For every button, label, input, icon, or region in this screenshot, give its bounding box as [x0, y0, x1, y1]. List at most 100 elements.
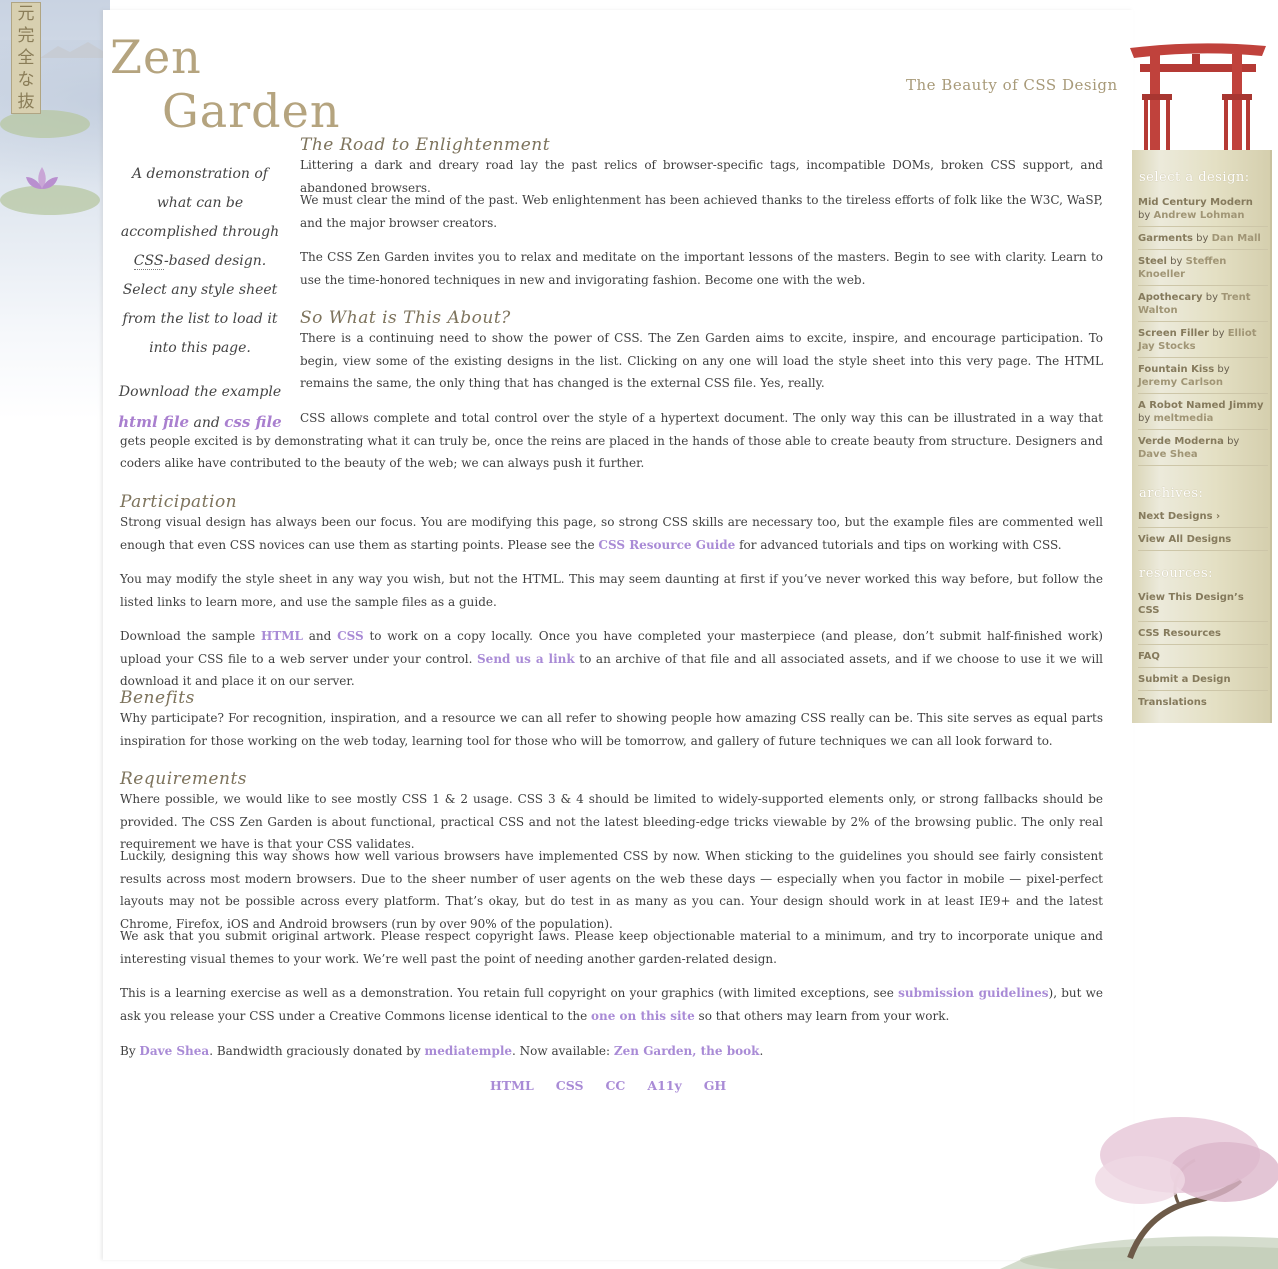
by-label: by	[1138, 210, 1151, 221]
footer-link-html[interactable]: HTML	[490, 1078, 534, 1093]
scroll-char: 抜	[17, 92, 35, 112]
download-prefix: Download the example	[118, 384, 282, 400]
site-logo: Zen Garden	[110, 30, 340, 138]
by-label: by	[1205, 292, 1219, 303]
design-link-fountain-kiss[interactable]: Fountain Kiss by Jeremy Carlson	[1138, 363, 1268, 394]
by-label: by	[1217, 364, 1230, 375]
benefits-paragraph-1: Why participate? For recognition, inspir…	[120, 711, 1103, 748]
mediatemple-link[interactable]: mediatemple	[425, 1044, 513, 1058]
faq-link[interactable]: FAQ	[1138, 650, 1268, 668]
design-title: Mid Century Modern	[1138, 197, 1253, 208]
design-title: Garments	[1138, 233, 1193, 244]
text: By	[120, 1044, 140, 1058]
select-design-heading: select a design:	[1139, 170, 1250, 185]
design-author: Jeremy Carlson	[1138, 377, 1224, 388]
design-link-apothecary[interactable]: Apothecary by Trent Walton	[1138, 291, 1268, 322]
submit-design-label: Submit a Design	[1138, 674, 1231, 685]
dave-shea-link[interactable]: Dave Shea	[139, 1044, 209, 1058]
intro-summary: A demonstration of what can be accomplis…	[116, 160, 284, 438]
translations-label: Translations	[1138, 697, 1207, 708]
css-resources-link[interactable]: CSS Resources	[1138, 627, 1268, 645]
section-title-requirements: Requirements	[120, 769, 248, 789]
next-designs-label: Next Designs ›	[1138, 511, 1221, 522]
faq-label: FAQ	[1138, 651, 1160, 662]
design-link-a-robot-named-jimmy[interactable]: A Robot Named Jimmy by meltmedia	[1138, 399, 1268, 430]
lily-pad-icon	[0, 110, 90, 138]
footer-link-css[interactable]: CSS	[556, 1078, 584, 1093]
lotus-flower-icon	[26, 167, 58, 189]
intro-text: A demonstration of what can be accomplis…	[120, 166, 280, 240]
by-label: by	[1138, 413, 1151, 424]
text: and	[303, 629, 338, 643]
participation-paragraph-1: Strong visual design has always been our…	[120, 511, 1103, 556]
design-title: A Robot Named Jimmy	[1138, 400, 1264, 411]
translations-link[interactable]: Translations	[1138, 696, 1268, 713]
design-title: Apothecary	[1138, 292, 1203, 303]
footer-nav: HTML CSS CC A11y GH	[490, 1078, 726, 1093]
design-link-steel[interactable]: Steel by Steffen Knoeller	[1138, 255, 1268, 286]
requirements-paragraph-4: This is a learning exercise as well as a…	[120, 982, 1103, 1027]
view-all-designs-label: View All Designs	[1138, 534, 1232, 545]
design-author: Andrew Lohman	[1153, 210, 1245, 221]
text: . Now available:	[512, 1044, 614, 1058]
submit-design-link[interactable]: Submit a Design	[1138, 673, 1268, 691]
scroll-char: な	[17, 70, 35, 90]
section-title-participation: Participation	[120, 492, 238, 512]
cherry-blossom-tree-icon	[1000, 1117, 1278, 1269]
css-resources-label: CSS Resources	[1138, 628, 1221, 639]
view-all-designs-link[interactable]: View All Designs	[1138, 533, 1268, 551]
site-tagline: The Beauty of CSS Design	[906, 76, 1118, 94]
design-title: Verde Moderna	[1138, 436, 1224, 447]
calligraphy-scroll: 元 完 全 な 抜	[11, 2, 41, 114]
road-paragraph-2: We must clear the mind of the past. Web …	[300, 193, 1103, 230]
by-label: by	[1227, 436, 1240, 447]
design-link-verde-moderna[interactable]: Verde Moderna by Dave Shea	[1138, 435, 1268, 466]
footer-link-gh[interactable]: GH	[704, 1078, 727, 1093]
section-title-benefits: Benefits	[120, 688, 195, 708]
footer-link-cc[interactable]: CC	[605, 1078, 625, 1093]
css-resource-guide-link[interactable]: CSS Resource Guide	[598, 538, 735, 552]
about-paragraph-2-text: CSS allows complete and total control ov…	[120, 411, 1103, 471]
participation-paragraph-2: You may modify the style sheet in any wa…	[120, 572, 1103, 609]
design-title: Steel	[1138, 256, 1167, 267]
section-title-about: So What is This About?	[300, 308, 511, 328]
participation-paragraph-3: Download the sample HTML and CSS to work…	[120, 625, 1103, 693]
logo-line-zen: Zen	[110, 30, 202, 84]
about-paragraph-2: CSS allows complete and total control ov…	[120, 407, 1103, 475]
sample-html-link[interactable]: HTML	[261, 629, 303, 643]
logo-line-garden: Garden	[162, 84, 341, 138]
requirements-paragraph-5: By Dave Shea. Bandwidth graciously donat…	[120, 1040, 1103, 1063]
section-title-road: The Road to Enlightenment	[300, 135, 551, 155]
scroll-char: 全	[17, 48, 35, 68]
design-title: Fountain Kiss	[1138, 364, 1215, 375]
by-label: by	[1196, 233, 1209, 244]
design-link-screen-filler[interactable]: Screen Filler by Elliot Jay Stocks	[1138, 327, 1268, 358]
next-designs-link[interactable]: Next Designs ›	[1138, 510, 1268, 528]
sample-css-link[interactable]: CSS	[337, 629, 364, 643]
send-us-a-link[interactable]: Send us a link	[477, 652, 575, 666]
archives-heading: archives:	[1139, 486, 1204, 501]
text: . Bandwidth graciously donated by	[209, 1044, 425, 1058]
scroll-char: 元	[17, 4, 35, 24]
design-link-garments[interactable]: Garments by Dan Mall	[1138, 232, 1268, 250]
footer-link-a11y[interactable]: A11y	[647, 1078, 681, 1093]
requirements-paragraph-3: We ask that you submit original artwork.…	[120, 929, 1103, 966]
road-paragraph-3: The CSS Zen Garden invites you to relax …	[300, 250, 1103, 287]
view-design-css-link[interactable]: View This Design’s CSS	[1138, 591, 1268, 622]
design-author: Dave Shea	[1138, 449, 1198, 460]
design-author: meltmedia	[1153, 413, 1214, 424]
requirements-paragraph-2: Luckily, designing this way shows how we…	[120, 849, 1103, 931]
design-link-mid-century-modern[interactable]: Mid Century Modern by Andrew Lohman	[1138, 196, 1268, 227]
scroll-char: 完	[17, 26, 35, 46]
view-design-css-label: View This Design’s CSS	[1138, 592, 1244, 616]
text: Download the sample	[120, 629, 261, 643]
about-paragraph-1: There is a continuing need to show the p…	[300, 331, 1103, 391]
torii-gate-icon	[1130, 43, 1266, 150]
design-author: Dan Mall	[1211, 233, 1261, 244]
text: so that others may learn from your work.	[694, 1008, 950, 1023]
zen-garden-book-link[interactable]: Zen Garden, the book	[614, 1044, 760, 1058]
license-link[interactable]: one on this site	[591, 1009, 695, 1023]
submission-guidelines-link[interactable]: submission guidelines	[898, 986, 1048, 1000]
text: This is a learning exercise as well as a…	[120, 986, 899, 1000]
resources-heading: resources:	[1139, 566, 1214, 581]
